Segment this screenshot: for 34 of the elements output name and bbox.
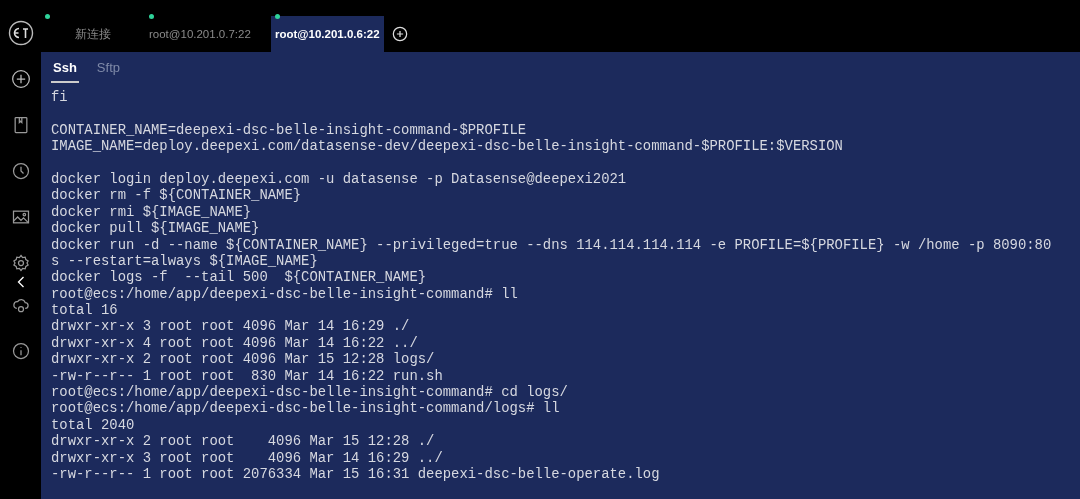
terminal-line: -rw-r--r-- 1 root root 2076334 Mar 15 16:31 deepexi-dsc-belle-operate.log: [51, 466, 661, 483]
settings-icon[interactable]: [10, 253, 31, 273]
add-icon[interactable]: [10, 69, 31, 89]
terminal-line: drwxr-xr-x 2 root root 4096 Mar 15 12:28 logs/: [51, 351, 436, 368]
session-tab[interactable]: 新连接: [41, 16, 145, 52]
terminal-line: drwxr-xr-x 2 root root 4096 Mar 15 12:28 ./: [51, 433, 436, 450]
terminal-line: drwxr-xr-x 4 root root 4096 Mar 14 16:22 ../: [51, 334, 419, 352]
info-icon[interactable]: [10, 341, 31, 361]
terminal-line: docker logs -f --tail 500 ${CONTAINER_NAME}: [51, 269, 428, 286]
terminal-line: IMAGE_NAME=deploy.deepexi.com/datasense-dev/deepexi-dsc-belle-insight-command-$PROFILE:$VERSION: [51, 138, 844, 155]
sub-tab[interactable]: Sftp: [94, 58, 122, 83]
terminal-line: -rw-r--r-- 1 root root 830 Mar 14 16:22 run.sh: [51, 367, 444, 385]
terminal-line: docker rmi ${IMAGE_NAME}: [51, 203, 253, 221]
sub-tab[interactable]: Ssh: [51, 58, 79, 83]
session-tab[interactable]: root@10.201.0.6:22: [271, 16, 384, 52]
logo-icon[interactable]: [7, 20, 34, 46]
session-tab[interactable]: root@10.201.0.7:22: [145, 16, 271, 52]
terminal-line: fi: [51, 89, 69, 106]
terminal-line: total 16: [51, 302, 119, 319]
clock-icon[interactable]: [10, 161, 31, 181]
terminal-line: root@ecs:/home/app/deepexi-dsc-belle-insight-command/logs# ll: [51, 400, 561, 417]
terminal-line: root@ecs:/home/app/deepexi-dsc-belle-insight-command# cd logs/: [51, 384, 569, 401]
terminal-line: s --restart=always ${IMAGE_NAME}: [51, 252, 319, 270]
terminal-line: root@ecs:/home/app/deepexi-dsc-belle-insight-command# ll: [51, 285, 519, 303]
add-tab-icon[interactable]: [391, 26, 408, 42]
terminal-line: drwxr-xr-x 3 root root 4096 Mar 14 16:29 ../: [51, 449, 444, 466]
terminal-line: docker pull ${IMAGE_NAME}: [51, 220, 261, 237]
terminal-line: docker login deploy.deepexi.com -u datasense -p Datasense@deepexi2021: [51, 170, 628, 188]
terminal-line: drwxr-xr-x 3 root root 4096 Mar 14 16:29 ./: [51, 318, 411, 335]
terminal-line: CONTAINER_NAME=deepexi-dsc-belle-insight-command-$PROFILE: [51, 121, 528, 139]
terminal-line: docker rm -f ${CONTAINER_NAME}: [51, 187, 303, 204]
terminal-line: docker run -d --name ${CONTAINER_NAME} --privileged=true --dns 114.114.114.114 -e PROFILE=${PROFILE} -w /home -p 8090:80: [51, 236, 1053, 253]
terminal-line: total 2040: [51, 416, 136, 434]
chevron-left-icon[interactable]: [15, 275, 26, 289]
